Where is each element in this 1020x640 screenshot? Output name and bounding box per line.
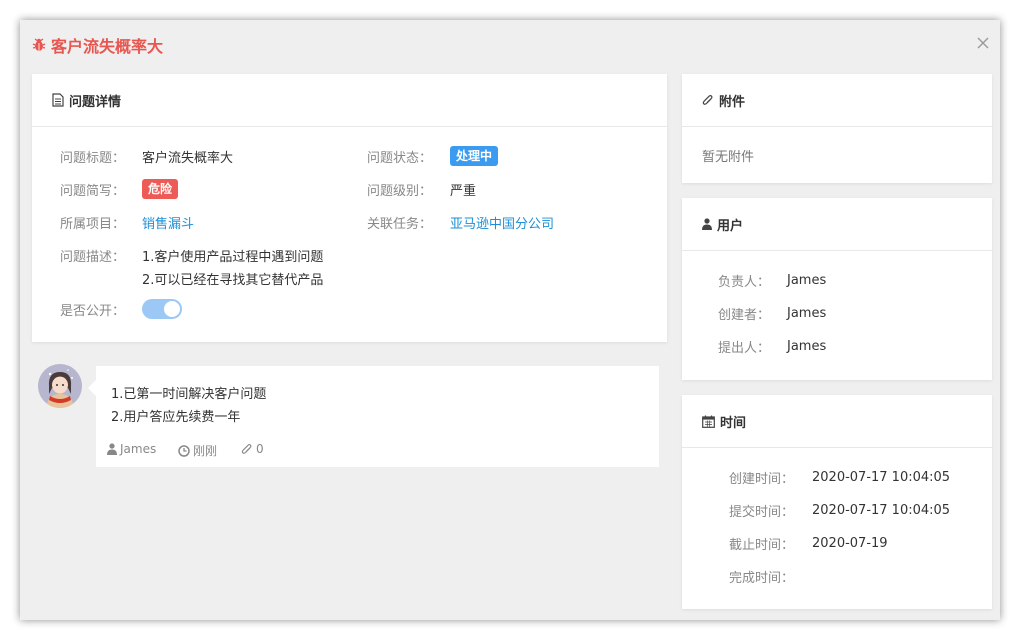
status-label: 问题状态： — [367, 150, 433, 166]
submitted-label: 提交时间： — [729, 504, 795, 520]
submitted-value: 2020-07-17 10:04:05 — [812, 502, 951, 518]
time-header: 时间 — [682, 395, 992, 448]
public-toggle[interactable] — [142, 299, 182, 319]
short-badge: 危险 — [142, 179, 179, 199]
creator-label: 创建者： — [718, 307, 771, 323]
comment-line: 1.已第一时间解决客户问题 — [111, 386, 267, 402]
avatar — [38, 364, 82, 408]
attachments-panel: 附件 暂无附件 — [682, 74, 992, 183]
calendar-icon — [702, 415, 715, 428]
level-label: 问题级别： — [367, 183, 433, 199]
created-value: 2020-07-17 10:04:05 — [812, 469, 951, 485]
reporter-value: James — [787, 338, 827, 354]
file-text-icon — [52, 93, 64, 107]
project-label: 所属项目： — [60, 216, 126, 232]
reporter-label: 提出人： — [718, 340, 771, 356]
user-icon — [702, 218, 712, 230]
comment-time: 刚刚 — [178, 442, 217, 459]
time-panel: 时间 创建时间： 2020-07-17 10:04:05 提交时间： 2020-… — [682, 395, 992, 609]
owner-value: James — [787, 272, 827, 288]
attachments-header: 附件 — [682, 74, 992, 127]
task-link[interactable]: 亚马逊中国分公司 — [450, 213, 554, 232]
comment-author: James — [107, 442, 156, 456]
dialog-title: 客户流失概率大 — [32, 34, 163, 56]
desc-label: 问题描述： — [60, 249, 126, 265]
comment-attachments[interactable]: 0 — [241, 442, 264, 456]
comment-card: 1.已第一时间解决客户问题 2.用户答应先续费一年 James 刚刚 0 — [88, 366, 659, 467]
completed-label: 完成时间： — [729, 570, 795, 586]
title-value: 客户流失概率大 — [142, 150, 234, 166]
creator-value: James — [787, 305, 827, 321]
details-header: 问题详情 — [32, 74, 667, 127]
users-header: 用户 — [682, 198, 992, 251]
comment-author-name: James — [120, 442, 157, 456]
short-label: 问题简写： — [60, 183, 126, 199]
users-heading: 用户 — [717, 218, 744, 234]
paperclip-icon — [702, 95, 713, 105]
bug-icon — [32, 38, 46, 51]
paperclip-icon — [241, 444, 252, 454]
issue-dialog: 客户流失概率大 问题详情 问题标题： 客户流失概率大 问题状态： 处理中 问题简… — [20, 20, 1000, 620]
status-badge: 处理中 — [450, 146, 499, 166]
attachments-heading: 附件 — [719, 94, 746, 110]
details-heading: 问题详情 — [69, 94, 122, 110]
no-attachments-text: 暂无附件 — [702, 149, 755, 165]
deadline-label: 截止时间： — [729, 537, 795, 553]
comment-attachment-count: 0 — [256, 442, 264, 456]
desc-line: 1.客户使用产品过程中遇到问题 — [142, 249, 324, 265]
created-label: 创建时间： — [729, 471, 795, 487]
level-value: 严重 — [450, 183, 477, 199]
project-link[interactable]: 销售漏斗 — [142, 213, 194, 232]
public-label: 是否公开： — [60, 303, 126, 319]
title-label: 问题标题： — [60, 150, 126, 166]
deadline-value: 2020-07-19 — [812, 535, 888, 551]
user-icon — [107, 443, 117, 455]
details-panel: 问题详情 问题标题： 客户流失概率大 问题状态： 处理中 问题简写： 危险 问题… — [32, 74, 667, 342]
time-heading: 时间 — [720, 415, 747, 431]
close-icon[interactable] — [976, 36, 990, 50]
comment-time-text: 刚刚 — [193, 444, 218, 458]
dialog-title-text: 客户流失概率大 — [51, 37, 164, 56]
comment-line: 2.用户答应先续费一年 — [111, 409, 241, 425]
clock-icon — [178, 444, 190, 457]
users-panel: 用户 负责人： James 创建者： James 提出人： James — [682, 198, 992, 380]
owner-label: 负责人： — [718, 274, 771, 290]
toggle-knob — [164, 301, 180, 317]
desc-line: 2.可以已经在寻找其它替代产品 — [142, 272, 324, 288]
task-label: 关联任务： — [367, 216, 433, 232]
